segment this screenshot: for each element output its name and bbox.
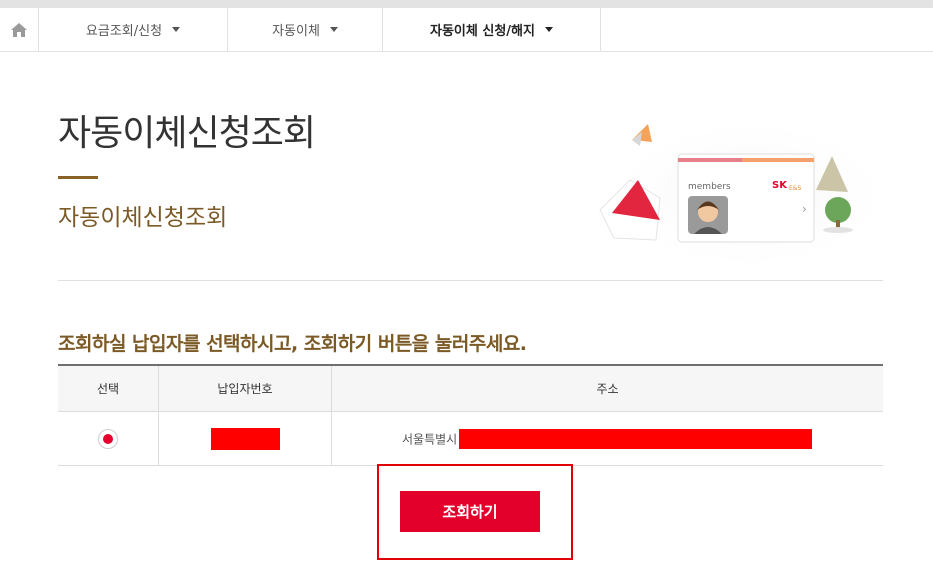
card-brand-sub: E&S xyxy=(789,185,801,192)
payer-table: 선택 납입자번호 주소 서울특별시 xyxy=(58,364,883,466)
caret-down-icon xyxy=(544,27,553,32)
nav-item-autopay[interactable]: 자동이체 xyxy=(228,8,383,51)
column-header-payer-number: 납입자번호 xyxy=(158,364,332,412)
nav-item-label: 요금조회/신청 xyxy=(85,24,163,39)
nav-item-autopay-apply[interactable]: 자동이체 신청/해지 xyxy=(383,8,601,51)
caret-down-icon xyxy=(172,27,181,32)
members-card-illustration: members SK E&S › xyxy=(599,115,890,275)
svg-text:›: › xyxy=(802,202,807,216)
address-prefix: 서울특별시 xyxy=(402,432,458,446)
page-subtitle: 자동이체신청조회 xyxy=(58,205,228,231)
column-header-address: 주소 xyxy=(331,364,883,412)
nav-item-billing[interactable]: 요금조회/신청 xyxy=(39,8,228,51)
home-button[interactable] xyxy=(0,8,39,51)
redacted-payer-number xyxy=(210,427,280,450)
card-brand: SK xyxy=(772,180,788,191)
payer-radio[interactable] xyxy=(98,428,118,449)
card-label: members xyxy=(688,182,731,192)
instruction-text: 조회하실 납입자를 선택하시고, 조회하기 버튼을 눌러주세요. xyxy=(58,333,527,355)
table-row[interactable]: 서울특별시 xyxy=(58,411,883,466)
home-icon xyxy=(11,22,27,37)
nav-item-label: 자동이체 xyxy=(272,24,320,39)
title-divider xyxy=(58,176,98,179)
nav-item-label: 자동이체 신청/해지 xyxy=(430,24,535,39)
table-header-row: 선택 납입자번호 주소 xyxy=(58,364,883,412)
caret-down-icon xyxy=(329,27,338,32)
select-cell xyxy=(58,411,159,466)
redacted-address xyxy=(459,428,813,449)
page-title: 자동이체신청조회 xyxy=(58,113,316,154)
search-button[interactable]: 조회하기 xyxy=(400,491,540,532)
payer-number-cell xyxy=(158,411,332,466)
top-nav: 요금조회/신청 자동이체 자동이체 신청/해지 xyxy=(0,8,933,52)
section-divider xyxy=(58,280,883,281)
column-header-select: 선택 xyxy=(58,364,159,412)
top-strip xyxy=(0,0,933,8)
address-cell: 서울특별시 xyxy=(331,411,883,466)
